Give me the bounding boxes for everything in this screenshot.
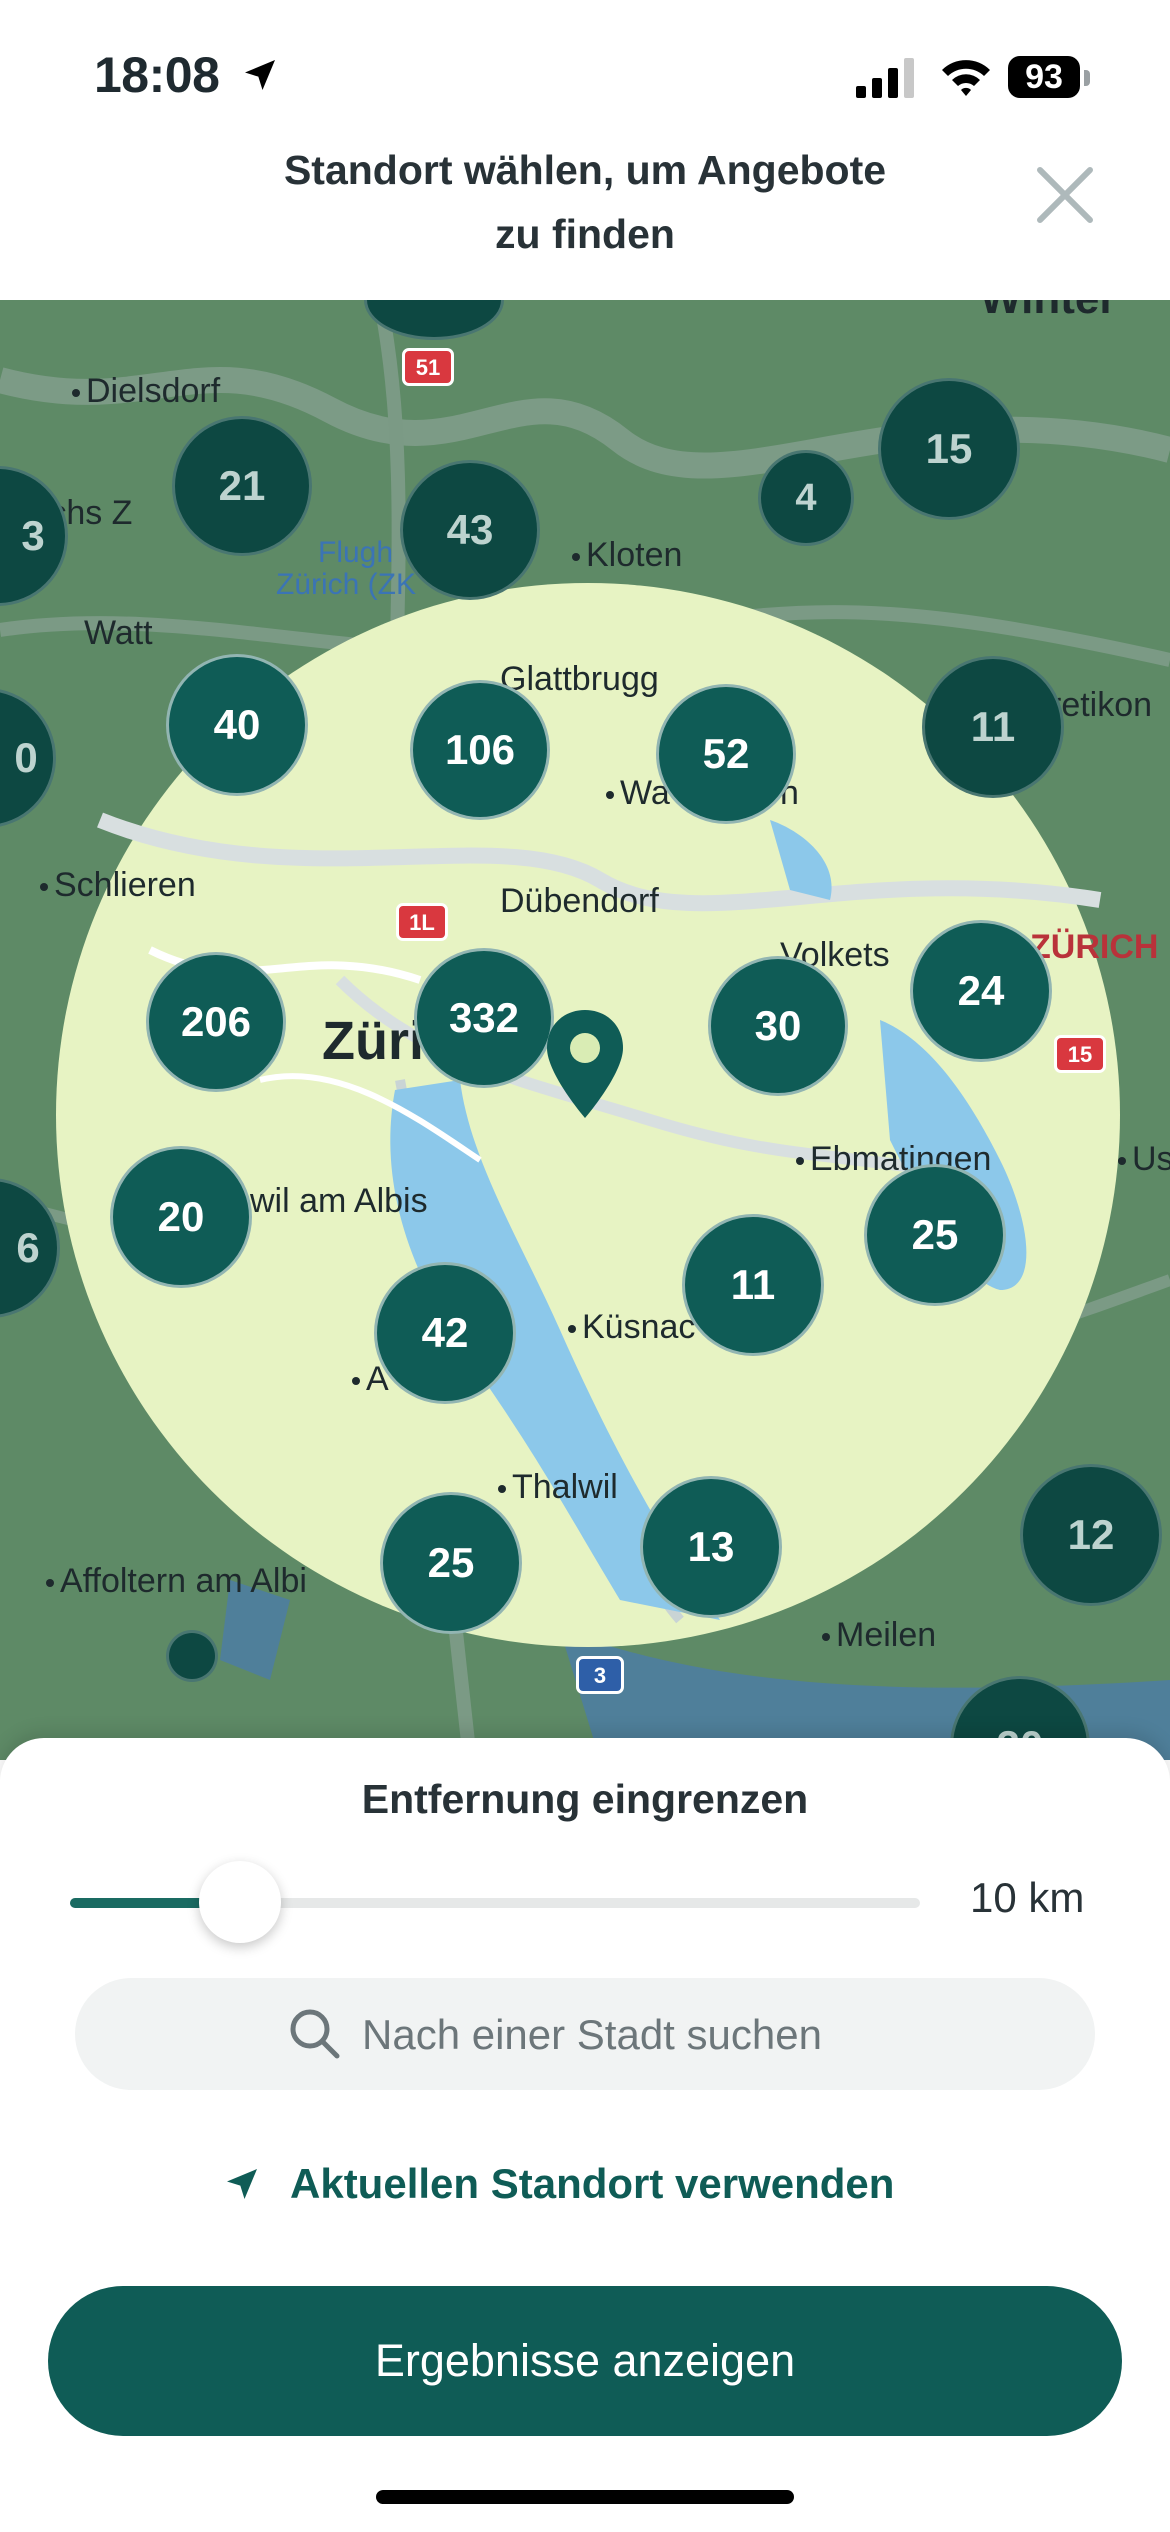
listing-cluster[interactable]: 20 bbox=[110, 1146, 252, 1288]
listing-cluster[interactable]: 206 bbox=[146, 952, 286, 1092]
search-placeholder: Nach einer Stadt suchen bbox=[362, 2011, 822, 2058]
cellular-signal-icon bbox=[856, 58, 914, 98]
battery-level: 93 bbox=[1008, 56, 1080, 98]
use-current-location-button[interactable]: Aktuellen Standort verwenden bbox=[0, 2146, 1170, 2226]
road-shield: 1L bbox=[396, 903, 448, 941]
distance-slider-track[interactable] bbox=[70, 1898, 920, 1908]
search-icon bbox=[290, 2009, 340, 2059]
listing-cluster[interactable]: 332 bbox=[414, 948, 554, 1088]
place-label: Schlieren bbox=[40, 866, 196, 905]
place-label: Us bbox=[1118, 1140, 1170, 1179]
battery-tip bbox=[1084, 70, 1090, 86]
place-label: Watt bbox=[84, 614, 153, 652]
listing-cluster[interactable]: 12 bbox=[1020, 1464, 1162, 1606]
listing-cluster[interactable]: 21 bbox=[172, 416, 312, 556]
close-icon[interactable] bbox=[1030, 160, 1100, 230]
listing-cluster[interactable]: 25 bbox=[864, 1164, 1006, 1306]
place-label: Meilen bbox=[822, 1616, 936, 1655]
status-time: 18:08 bbox=[94, 47, 220, 103]
home-indicator bbox=[376, 2490, 794, 2504]
place-label: Züri bbox=[322, 1011, 424, 1071]
place-label: wil am Albis bbox=[250, 1182, 428, 1220]
page-title: Standort wählen, um Angebote zu finden bbox=[200, 138, 970, 266]
listing-cluster[interactable]: 42 bbox=[374, 1262, 516, 1404]
road-shield: 51 bbox=[402, 348, 454, 386]
use-current-location-label: Aktuellen Standort verwenden bbox=[290, 2160, 895, 2207]
listing-cluster[interactable]: 43 bbox=[400, 460, 540, 600]
distance-value: 10 km bbox=[970, 1874, 1085, 1921]
listing-cluster[interactable]: 106 bbox=[410, 680, 550, 820]
place-label: Winter bbox=[980, 300, 1117, 324]
page-title-line-1: Standort wählen, um Angebote bbox=[283, 147, 887, 193]
listing-cluster[interactable]: 40 bbox=[166, 654, 308, 796]
sheet-title: Entfernung eingrenzen bbox=[361, 1776, 809, 1822]
place-label: Küsnac bbox=[568, 1308, 695, 1347]
show-results-label: Ergebnisse anzeigen bbox=[374, 2335, 796, 2386]
place-label: ZÜRICH bbox=[1030, 928, 1159, 966]
show-results-button[interactable]: Ergebnisse anzeigen bbox=[48, 2286, 1122, 2436]
location-arrow-icon bbox=[227, 2169, 257, 2199]
listing-cluster[interactable]: 25 bbox=[380, 1492, 522, 1634]
place-label: Dübendorf bbox=[500, 882, 659, 920]
listing-cluster[interactable]: 52 bbox=[656, 684, 796, 824]
place-label: Zürich (ZK bbox=[276, 568, 417, 601]
page-title-line-2: zu finden bbox=[495, 211, 675, 257]
place-label: Thalwil bbox=[498, 1468, 618, 1507]
listing-cluster[interactable]: 4 bbox=[758, 450, 854, 546]
place-label: Dielsdorf bbox=[72, 372, 220, 411]
listing-cluster[interactable]: 24 bbox=[910, 920, 1052, 1062]
listing-cluster[interactable]: 11 bbox=[922, 656, 1064, 798]
road-shield: 15 bbox=[1054, 1035, 1106, 1073]
listing-cluster[interactable]: 11 bbox=[682, 1214, 824, 1356]
map-view[interactable]: Dielsdorf Kloten Flugh Zürich (ZK Watt G… bbox=[0, 300, 1170, 1760]
listing-cluster[interactable]: 15 bbox=[878, 378, 1020, 520]
wifi-icon bbox=[942, 60, 990, 96]
filter-sheet: Entfernung eingrenzen 10 km Nach einer S… bbox=[0, 1738, 1170, 2532]
city-search-input[interactable]: Nach einer Stadt suchen bbox=[75, 1978, 1095, 2090]
road-shield: 3 bbox=[576, 1656, 624, 1694]
place-label: Glattbrugg bbox=[500, 660, 659, 698]
listing-cluster-small[interactable] bbox=[166, 1630, 218, 1682]
place-label: Kloten bbox=[572, 536, 682, 575]
location-arrow-icon bbox=[245, 60, 275, 90]
header: Standort wählen, um Angebote zu finden bbox=[0, 130, 1170, 300]
listing-cluster[interactable]: 13 bbox=[640, 1476, 782, 1618]
place-label: Affoltern am Albi bbox=[46, 1562, 307, 1601]
listing-cluster[interactable]: 30 bbox=[708, 956, 848, 1096]
place-label: retikon bbox=[1050, 686, 1153, 724]
location-pin-icon bbox=[547, 1010, 623, 1118]
distance-slider-thumb[interactable] bbox=[199, 1861, 281, 1943]
status-bar: 18:08 93 bbox=[0, 0, 1170, 130]
place-label: Flugh bbox=[318, 536, 394, 569]
